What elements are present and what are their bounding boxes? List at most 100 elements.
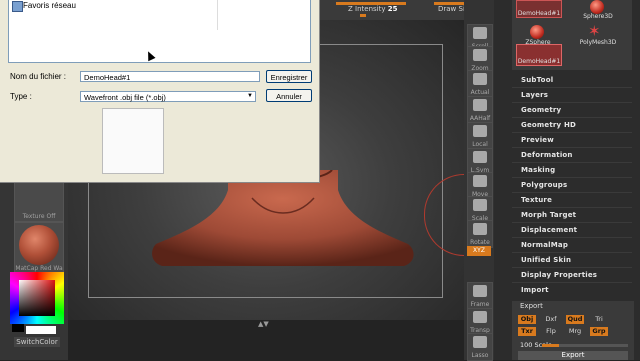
zsphere-icon bbox=[530, 25, 544, 39]
zoom-icon bbox=[473, 49, 487, 61]
dropdown-arrow-icon[interactable]: ▼ bbox=[246, 93, 254, 100]
3d-bust-model[interactable] bbox=[150, 170, 416, 274]
menu-deformation[interactable]: Deformation bbox=[521, 151, 573, 159]
export-title: Export bbox=[520, 302, 543, 310]
material-slot[interactable]: MatCap Red Wa bbox=[14, 222, 64, 274]
menu-texture[interactable]: Texture bbox=[521, 196, 552, 204]
network-places-item[interactable]: Favoris réseau bbox=[23, 1, 76, 10]
frame-button[interactable]: Frame bbox=[467, 282, 493, 310]
z-intensity-label: Z Intensity bbox=[348, 5, 386, 13]
menu-divider bbox=[512, 177, 632, 178]
polymesh-star-icon: ✶ bbox=[588, 22, 601, 40]
aahalf-label: AAHalf bbox=[469, 115, 491, 122]
z-intensity-slider-knob[interactable] bbox=[360, 14, 366, 17]
color-picker[interactable] bbox=[10, 272, 64, 334]
menu-geometry[interactable]: Geometry bbox=[521, 106, 561, 114]
rotate-button[interactable]: Rotate bbox=[467, 220, 493, 248]
export-option-flp[interactable]: Flp bbox=[542, 327, 560, 336]
save-button[interactable]: Enregistrer bbox=[266, 70, 312, 83]
transp-icon bbox=[473, 311, 487, 323]
local-icon bbox=[473, 125, 487, 137]
export-option-dxf[interactable]: Dxf bbox=[542, 315, 560, 324]
z-intensity-readout[interactable]: Z Intensity 25 bbox=[348, 5, 397, 13]
sphere3d-icon bbox=[590, 0, 604, 14]
tool-thumb-label: DemoHead#1 bbox=[517, 10, 561, 17]
secondary-color-swatch[interactable] bbox=[12, 324, 24, 332]
tool-panel: DemoHead#1 ZSphere Sphere3D ✶ PolyMesh3D… bbox=[494, 0, 640, 360]
filename-label: Nom du fichier : bbox=[10, 72, 67, 81]
xyz-toggle-button[interactable]: XYZ bbox=[467, 246, 491, 256]
lasso-button[interactable]: Lasso bbox=[467, 333, 493, 361]
switch-color-button[interactable]: SwitchColor bbox=[14, 337, 60, 347]
export-option-txr[interactable]: Txr bbox=[518, 327, 536, 336]
list-divider bbox=[217, 0, 218, 30]
menu-geometry-hd[interactable]: Geometry HD bbox=[521, 121, 576, 129]
filename-field[interactable]: DemoHead#1 bbox=[80, 71, 260, 82]
scale-icon bbox=[473, 199, 487, 211]
tool-thumb-label: PolyMesh3D bbox=[579, 39, 617, 46]
lsym-icon bbox=[473, 151, 487, 163]
cancel-button[interactable]: Annuler bbox=[266, 89, 312, 102]
export-subpalette: Export Obj Dxf Qud Tri Txr Flp Mrg Grp 1… bbox=[512, 301, 634, 360]
export-button[interactable]: Export bbox=[518, 351, 628, 360]
right-dock: Scroll Zoom Actual AAHalf Local L.Sym Mo… bbox=[464, 0, 494, 361]
save-file-dialog: Favoris réseau Nom du fichier : DemoHead… bbox=[0, 0, 320, 183]
transp-button[interactable]: Transp bbox=[467, 308, 493, 336]
lasso-label: Lasso bbox=[471, 352, 489, 359]
canvas-collapse-handle[interactable]: ▲▼ bbox=[258, 320, 272, 328]
file-list[interactable]: Favoris réseau bbox=[8, 0, 311, 63]
export-option-grp[interactable]: Grp bbox=[590, 327, 608, 336]
aahalf-button[interactable]: AAHalf bbox=[467, 96, 493, 124]
move-icon bbox=[473, 175, 487, 187]
texture-slot[interactable]: Texture Off bbox=[14, 182, 64, 222]
tool-thumb-sphere3d[interactable]: Sphere3D bbox=[576, 0, 620, 20]
menu-divider bbox=[512, 147, 632, 148]
tool-thumb-demohead-top[interactable]: DemoHead#1 bbox=[516, 0, 562, 18]
menu-polygroups[interactable]: Polygroups bbox=[521, 181, 567, 189]
rotate-label: Rotate bbox=[470, 239, 490, 246]
tool-thumb-label: DemoHead#1 bbox=[517, 58, 561, 65]
type-label: Type : bbox=[10, 92, 32, 101]
menu-divider bbox=[512, 162, 632, 163]
menu-divider bbox=[512, 117, 632, 118]
tool-thumb-demohead[interactable]: DemoHead#1 bbox=[516, 44, 562, 66]
menu-masking[interactable]: Masking bbox=[521, 166, 555, 174]
file-type-select[interactable]: Wavefront .obj file (*.obj) ▼ bbox=[80, 91, 256, 102]
export-option-tri[interactable]: Tri bbox=[590, 315, 608, 324]
primary-color-swatch[interactable] bbox=[26, 326, 56, 334]
menu-preview[interactable]: Preview bbox=[521, 136, 554, 144]
file-preview bbox=[102, 108, 164, 174]
export-option-obj[interactable]: Obj bbox=[518, 315, 536, 324]
export-option-qud[interactable]: Qud bbox=[566, 315, 584, 324]
material-sphere-icon bbox=[19, 225, 59, 265]
menu-import[interactable]: Import bbox=[521, 286, 549, 294]
menu-divider bbox=[512, 207, 632, 208]
file-type-value: Wavefront .obj file (*.obj) bbox=[84, 93, 166, 102]
frame-label: Frame bbox=[470, 301, 490, 308]
saturation-square[interactable] bbox=[19, 280, 55, 316]
menu-unified-skin[interactable]: Unified Skin bbox=[521, 256, 571, 264]
actual-icon bbox=[473, 73, 487, 85]
menu-divider bbox=[512, 252, 632, 253]
export-option-mrg[interactable]: Mrg bbox=[566, 327, 584, 336]
menu-divider bbox=[512, 192, 632, 193]
tool-thumb-zsphere[interactable]: ZSphere bbox=[516, 22, 560, 46]
menu-normalmap[interactable]: NormalMap bbox=[521, 241, 568, 249]
z-intensity-value: 25 bbox=[387, 5, 398, 13]
rotate-icon bbox=[473, 223, 487, 235]
frame-icon bbox=[473, 285, 487, 297]
menu-subtool[interactable]: SubTool bbox=[521, 76, 553, 84]
menu-display-properties[interactable]: Display Properties bbox=[521, 271, 597, 279]
tool-thumb-polymesh3d[interactable]: ✶ PolyMesh3D bbox=[576, 22, 620, 47]
actual-button[interactable]: Actual bbox=[467, 70, 493, 98]
menu-layers[interactable]: Layers bbox=[521, 91, 548, 99]
texture-caption: Texture Off bbox=[22, 213, 56, 220]
scale-slider[interactable] bbox=[542, 344, 628, 347]
actual-label: Actual bbox=[470, 89, 490, 96]
material-caption: MatCap Red Wa bbox=[15, 265, 63, 272]
menu-displacement[interactable]: Displacement bbox=[521, 226, 577, 234]
tool-thumbnails: DemoHead#1 ZSphere Sphere3D ✶ PolyMesh3D… bbox=[512, 0, 632, 70]
lasso-icon bbox=[473, 336, 487, 348]
local-button[interactable]: Local bbox=[467, 122, 493, 150]
menu-morph-target[interactable]: Morph Target bbox=[521, 211, 576, 219]
